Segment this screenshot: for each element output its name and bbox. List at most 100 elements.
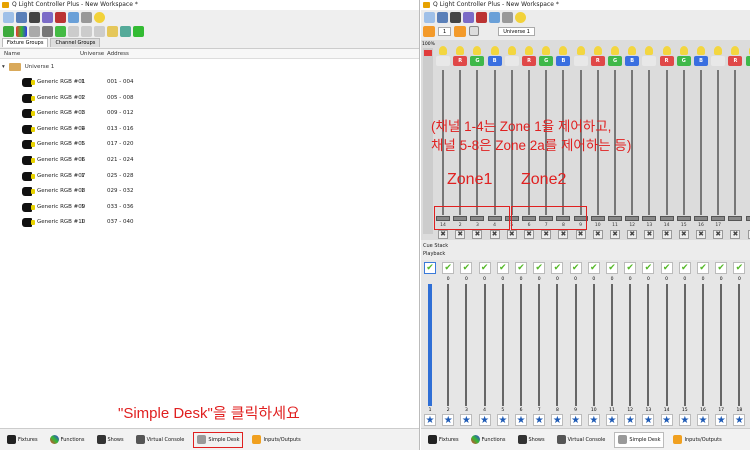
channel-fader-track[interactable] bbox=[700, 70, 702, 215]
reset-channel-icon[interactable]: ✖ bbox=[696, 230, 706, 239]
lightbulb-icon[interactable] bbox=[473, 46, 482, 55]
monitor-icon[interactable] bbox=[42, 11, 53, 23]
playback-fader[interactable] bbox=[611, 284, 613, 406]
address-tool-icon[interactable] bbox=[55, 11, 66, 23]
star-icon[interactable]: ★ bbox=[624, 414, 637, 426]
bottom-tab-virtual-console[interactable]: Virtual Console bbox=[133, 432, 188, 448]
playback-fader[interactable] bbox=[665, 284, 668, 406]
fixture-row[interactable]: Generic RGB #04 1 013 - 016 bbox=[0, 122, 419, 137]
checkmark-icon[interactable]: ✔ bbox=[678, 262, 691, 274]
channel-color-button[interactable]: G bbox=[745, 56, 750, 66]
lightbulb-icon[interactable] bbox=[559, 46, 568, 55]
checkmark-icon[interactable]: ✔ bbox=[424, 262, 436, 274]
lightbulb-icon[interactable] bbox=[542, 46, 551, 55]
bottom-tab-simple-desk[interactable]: Simple Desk bbox=[193, 431, 244, 448]
fixture-row[interactable]: Generic RGB #08 1 029 - 032 bbox=[0, 184, 419, 199]
lightbulb-icon[interactable] bbox=[456, 46, 465, 55]
fullscreen-icon[interactable] bbox=[450, 11, 461, 23]
reset-channel-icon[interactable]: ✖ bbox=[489, 230, 500, 239]
channel-color-button[interactable]: G bbox=[539, 56, 554, 66]
checkmark-icon[interactable]: ✔ bbox=[587, 262, 600, 274]
checkmark-icon[interactable]: ✔ bbox=[478, 262, 491, 274]
fixture-row[interactable]: Generic RGB #09 1 033 - 036 bbox=[0, 200, 419, 215]
playback-fader[interactable] bbox=[447, 284, 450, 406]
page-previous-icon[interactable] bbox=[423, 25, 435, 37]
remove-fixture-icon[interactable] bbox=[29, 25, 40, 37]
tab-channel-groups[interactable]: Channel Groups bbox=[50, 38, 101, 47]
channel-color-button[interactable]: R bbox=[453, 56, 468, 66]
lightbulb-icon[interactable] bbox=[628, 46, 637, 55]
lightbulb-icon[interactable] bbox=[525, 46, 533, 55]
channel-fader-knob[interactable] bbox=[642, 216, 657, 221]
reset-channel-icon[interactable]: ✖ bbox=[713, 230, 724, 239]
lightbulb-icon[interactable] bbox=[507, 46, 516, 55]
checkmark-icon[interactable]: ✔ bbox=[660, 262, 673, 274]
channel-fader-knob[interactable] bbox=[676, 216, 691, 221]
playback-fader[interactable] bbox=[574, 284, 577, 406]
fixture-row[interactable]: Generic RGB #03 1 009 - 012 bbox=[0, 106, 419, 121]
star-icon[interactable]: ★ bbox=[551, 414, 564, 426]
channel-color-button[interactable]: B bbox=[556, 56, 571, 66]
checkmark-icon[interactable]: ✔ bbox=[496, 262, 509, 274]
fixture-row[interactable]: Generic RGB #02 1 005 - 008 bbox=[0, 91, 419, 106]
move-down-icon[interactable] bbox=[94, 25, 105, 37]
playback-fader[interactable] bbox=[465, 284, 468, 406]
lightbulb-icon[interactable] bbox=[679, 46, 688, 55]
tab-fixture-groups[interactable]: Fixture Groups bbox=[2, 38, 49, 47]
playback-fader[interactable] bbox=[520, 284, 522, 406]
channel-fader-knob[interactable] bbox=[745, 216, 750, 221]
checkmark-icon[interactable]: ✔ bbox=[715, 262, 728, 274]
star-icon[interactable]: ★ bbox=[460, 414, 473, 426]
blackout-icon[interactable] bbox=[94, 11, 105, 23]
add-fixture-icon[interactable] bbox=[3, 25, 14, 37]
reset-channel-icon[interactable]: ✖ bbox=[575, 230, 586, 239]
reset-channel-icon[interactable]: ✖ bbox=[506, 230, 517, 239]
playback-fader[interactable] bbox=[647, 284, 650, 406]
expand-arrow-icon[interactable]: ▾ bbox=[2, 64, 5, 70]
playback-fader[interactable] bbox=[683, 284, 686, 406]
lightbulb-icon[interactable] bbox=[714, 46, 723, 55]
lightbulb-icon[interactable] bbox=[439, 46, 447, 55]
reset-channel-icon[interactable]: ✖ bbox=[558, 230, 569, 239]
star-icon[interactable]: ★ bbox=[660, 414, 673, 426]
channel-color-button[interactable]: B bbox=[625, 56, 640, 66]
fixture-row[interactable]: Generic RGB #06 1 021 - 024 bbox=[0, 153, 419, 168]
remap-icon[interactable] bbox=[133, 25, 144, 37]
channel-fader-knob[interactable] bbox=[625, 216, 640, 221]
import-icon[interactable] bbox=[107, 25, 118, 37]
channel-color-button[interactable]: B bbox=[487, 56, 502, 66]
new-workspace-icon[interactable] bbox=[424, 11, 435, 23]
star-icon[interactable]: ★ bbox=[606, 414, 618, 426]
universe-node[interactable]: ▾ Universe 1 bbox=[2, 61, 54, 73]
edit-fixture-icon[interactable] bbox=[42, 25, 53, 37]
checkmark-icon[interactable]: ✔ bbox=[606, 262, 618, 274]
reset-channel-icon[interactable]: ✖ bbox=[627, 230, 638, 239]
playback-fader[interactable] bbox=[702, 284, 704, 406]
universe-tab[interactable]: Universe 1 bbox=[498, 26, 535, 36]
channel-color-button[interactable]: R bbox=[590, 56, 605, 66]
reset-icon[interactable] bbox=[469, 26, 480, 36]
fixture-row[interactable]: Generic RGB #07 1 025 - 028 bbox=[0, 169, 419, 184]
checkmark-icon[interactable]: ✔ bbox=[515, 262, 527, 274]
channel-fader-track[interactable] bbox=[665, 70, 668, 215]
channel-fader-knob[interactable] bbox=[590, 216, 605, 221]
bottom-tab-virtual-console[interactable]: Virtual Console bbox=[554, 432, 609, 448]
channel-color-button[interactable] bbox=[711, 56, 726, 66]
star-icon[interactable]: ★ bbox=[678, 414, 691, 426]
channel-color-button[interactable]: G bbox=[608, 56, 622, 66]
playback-fader[interactable] bbox=[556, 284, 559, 406]
checkmark-icon[interactable]: ✔ bbox=[642, 262, 655, 274]
checkmark-icon[interactable]: ✔ bbox=[569, 262, 582, 274]
preferences-icon[interactable] bbox=[68, 11, 79, 23]
channel-color-button[interactable]: R bbox=[728, 56, 743, 66]
bottom-tab-inputs-outputs[interactable]: Inputs/Outputs bbox=[249, 432, 303, 448]
lightbulb-icon[interactable] bbox=[490, 46, 499, 55]
grand-master-knob[interactable] bbox=[424, 50, 432, 56]
playback-fader[interactable] bbox=[538, 284, 541, 406]
channel-fader-knob[interactable] bbox=[711, 216, 726, 221]
star-icon[interactable]: ★ bbox=[496, 414, 509, 426]
channel-color-button[interactable]: B bbox=[694, 56, 708, 66]
star-icon[interactable]: ★ bbox=[533, 414, 546, 426]
page-value[interactable]: 1 bbox=[438, 26, 452, 36]
channel-fader-track[interactable] bbox=[734, 70, 737, 215]
